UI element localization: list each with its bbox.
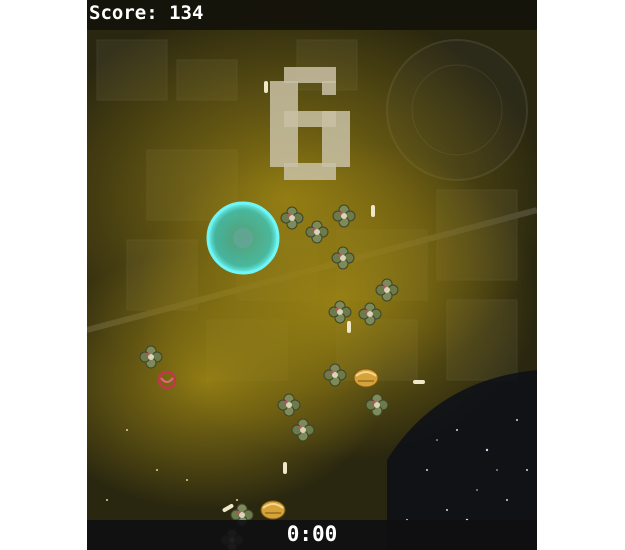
green-pod-enemy[interactable] [323,363,347,387]
green-pod-enemy[interactable] [280,206,304,230]
gold-shell-enemy[interactable] [353,368,379,388]
green-pod-enemy[interactable] [139,345,163,369]
bottom-hud-bar: 0:00 [87,520,537,550]
white-bullet [413,380,425,384]
green-pod-enemy[interactable] [277,393,301,417]
green-pod-enemy[interactable] [305,220,329,244]
green-pod-enemy[interactable] [375,278,399,302]
green-pod-enemy[interactable] [331,246,355,270]
white-bullet [347,321,351,333]
timer-display: 0:00 [286,522,338,546]
red-spiral-enemy[interactable] [157,370,177,390]
game-viewport[interactable]: Score: 134 6 0:00 [87,0,537,550]
green-pod-enemy[interactable] [365,393,389,417]
green-pod-enemy[interactable] [358,302,382,326]
white-bullet [283,462,287,474]
green-pod-enemy[interactable] [291,418,315,442]
green-pod-enemy[interactable] [332,204,356,228]
gold-shell-enemy[interactable] [260,500,286,520]
green-pod-enemy[interactable] [328,300,352,324]
white-bullet [371,205,375,217]
enemy-layer [139,81,425,550]
white-bullet [264,81,268,93]
